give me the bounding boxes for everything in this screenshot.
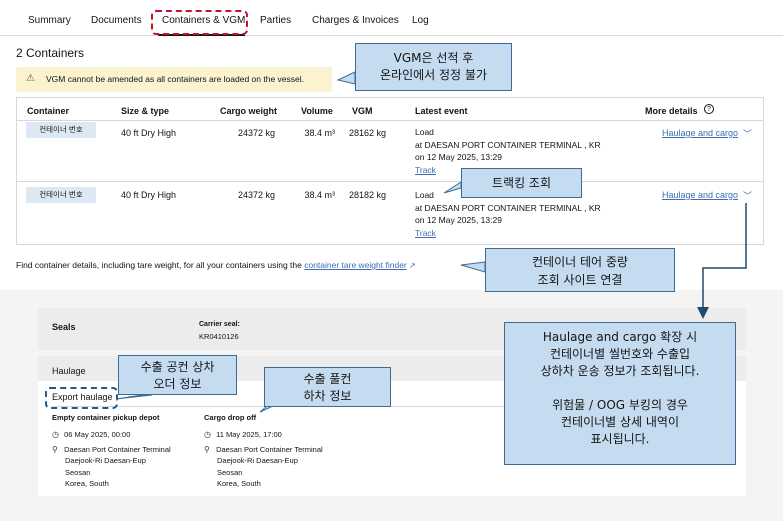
callout-export-full: 수출 풀컨 하차 정보 — [264, 367, 391, 407]
address-line: Korea, South — [217, 478, 261, 488]
containers-table: Container Size & type Cargo weight Volum… — [16, 97, 764, 245]
callout-line: 오더 정보 — [153, 377, 202, 391]
dropoff-address: ⚲ Daesan Port Container Terminal Daejook… — [204, 444, 323, 489]
callout-line: 조회 사이트 연결 — [537, 273, 623, 287]
vgm-warning-banner: ⚠ VGM cannot be amended as all container… — [16, 67, 332, 92]
tab-bar: Summary Documents Containers & VGM Parti… — [0, 0, 783, 36]
event-type: Load — [415, 127, 434, 137]
chevron-down-icon[interactable]: ﹀ — [743, 127, 752, 140]
row-divider — [17, 120, 763, 121]
info-help-icon[interactable]: ? — [704, 104, 714, 114]
address-line: Daejook-Ri Daesan-Eup — [65, 456, 146, 466]
callout-line: 컨테이너 테어 중량 — [532, 255, 628, 269]
callout-line: 수출 공컨 상차 — [140, 360, 215, 374]
address-line: Daesan Port Container Terminal — [216, 445, 323, 454]
header-volume: Volume — [301, 106, 333, 116]
callout-export-order: 수출 공컨 상차 오더 정보 — [118, 355, 237, 395]
external-link-icon[interactable]: ↗ — [407, 261, 416, 270]
address-line: Daesan Port Container Terminal — [64, 445, 171, 454]
size-type-cell: 40 ft Dry High — [121, 190, 177, 200]
callout-track: 트랙킹 조회 — [461, 168, 582, 198]
location-pin-icon: ⚲ — [52, 445, 58, 454]
callout-line: Haulage and cargo 확장 시 — [542, 330, 698, 344]
callout-line: 컨테이너별 씰번호와 수출입 — [549, 347, 691, 361]
haulage-title: Haulage — [52, 366, 86, 376]
seals-title: Seals — [52, 322, 76, 332]
callout-line: 상하차 운송 정보가 조회됩니다. — [540, 364, 700, 378]
haulage-cargo-link[interactable]: Haulage and cargo — [662, 128, 738, 138]
pickup-depot-label: Empty container pickup depot — [52, 413, 160, 422]
tab-documents[interactable]: Documents — [91, 15, 142, 26]
tare-weight-finder-text: Find container details, including tare w… — [16, 260, 416, 270]
event-date: on 12 May 2025, 13:29 — [415, 152, 502, 162]
clock-icon: ◷ — [204, 430, 211, 439]
tare-weight-finder-link[interactable]: container tare weight finder — [304, 260, 407, 270]
cargo-weight-cell: 24372 kg — [237, 190, 275, 200]
finder-prefix: Find container details, including tare w… — [16, 260, 305, 270]
address-line: Daejook-Ri Daesan-Eup — [217, 456, 298, 466]
callout-line: 수출 풀컨 — [303, 372, 352, 386]
size-type-cell: 40 ft Dry High — [121, 128, 177, 138]
track-link[interactable]: Track — [415, 227, 601, 240]
callout-line: VGM은 선적 후 — [393, 51, 474, 65]
section-title: 2 Containers — [16, 46, 85, 60]
tab-charges-invoices[interactable]: Charges & Invoices — [312, 15, 399, 26]
callout-line: 위험물 / OOG 부킹의 경우 — [552, 398, 688, 412]
export-haulage-highlight-annotation — [45, 387, 118, 409]
callout-line: 온라인에서 정정 불가 — [380, 68, 487, 82]
tab-summary[interactable]: Summary — [28, 15, 71, 26]
header-cargo-weight: Cargo weight — [220, 106, 278, 116]
address-line: Seosan — [217, 467, 243, 477]
header-latest-event: Latest event — [415, 106, 468, 116]
vgm-cell: 28162 kg — [348, 128, 386, 138]
address-line: Korea, South — [65, 478, 109, 488]
location-pin-icon: ⚲ — [204, 445, 210, 454]
callout-line: 하차 정보 — [303, 389, 352, 403]
callout-tare-weight: 컨테이너 테어 중량 조회 사이트 연결 — [485, 248, 675, 292]
tab-log[interactable]: Log — [412, 15, 429, 26]
container-number-chip: 컨테이너 번호 — [26, 122, 96, 138]
volume-cell: 38.4 m³ — [304, 190, 335, 200]
header-vgm: VGM — [352, 106, 373, 116]
warning-text: VGM cannot be amended as all containers … — [46, 74, 304, 84]
warning-triangle-icon: ⚠ — [26, 73, 35, 84]
haulage-cargo-link[interactable]: Haulage and cargo — [662, 190, 738, 200]
container-number-chip: 컨테이너 번호 — [26, 187, 96, 203]
volume-cell: 38.4 m³ — [304, 128, 335, 138]
carrier-seal-value: KR0410126 — [199, 332, 239, 341]
callout-haulage-info: Haulage and cargo 확장 시 컨테이너별 씰번호와 수출입 상하… — [504, 322, 736, 465]
tab-parties[interactable]: Parties — [260, 15, 291, 26]
address-line: Seosan — [65, 467, 91, 477]
header-size-type: Size & type — [121, 106, 170, 116]
callout-vgm: VGM은 선적 후 온라인에서 정정 불가 — [355, 43, 512, 91]
event-location: at DAESAN PORT CONTAINER TERMINAL , KR — [415, 202, 601, 213]
pickup-address: ⚲ Daesan Port Container Terminal Daejook… — [52, 444, 171, 489]
carrier-seal-label: Carrier seal: — [199, 321, 240, 328]
cargo-weight-cell: 24372 kg — [237, 128, 275, 138]
chevron-down-icon[interactable]: ﹀ — [743, 189, 752, 202]
clock-icon: ◷ — [52, 430, 59, 439]
event-location: at DAESAN PORT CONTAINER TERMINAL , KR — [415, 139, 601, 150]
header-container: Container — [27, 106, 70, 116]
callout-line: 표시됩니다. — [590, 432, 650, 446]
header-more-details: More details — [645, 106, 698, 116]
dropoff-date-text: 11 May 2025, 17:00 — [216, 430, 282, 439]
pickup-date: ◷ 06 May 2025, 00:00 — [52, 430, 130, 439]
row-divider — [17, 181, 763, 182]
pickup-date-text: 06 May 2025, 00:00 — [64, 430, 131, 439]
active-tab-highlight-annotation — [151, 10, 248, 35]
vgm-cell: 28182 kg — [348, 190, 386, 200]
cargo-drop-off-label: Cargo drop off — [204, 413, 257, 422]
callout-spacer — [505, 380, 735, 397]
dropoff-date: ◷ 11 May 2025, 17:00 — [204, 430, 282, 439]
event-date: on 12 May 2025, 13:29 — [415, 215, 502, 225]
callout-line: 컨테이너별 상세 내역이 — [560, 415, 680, 429]
